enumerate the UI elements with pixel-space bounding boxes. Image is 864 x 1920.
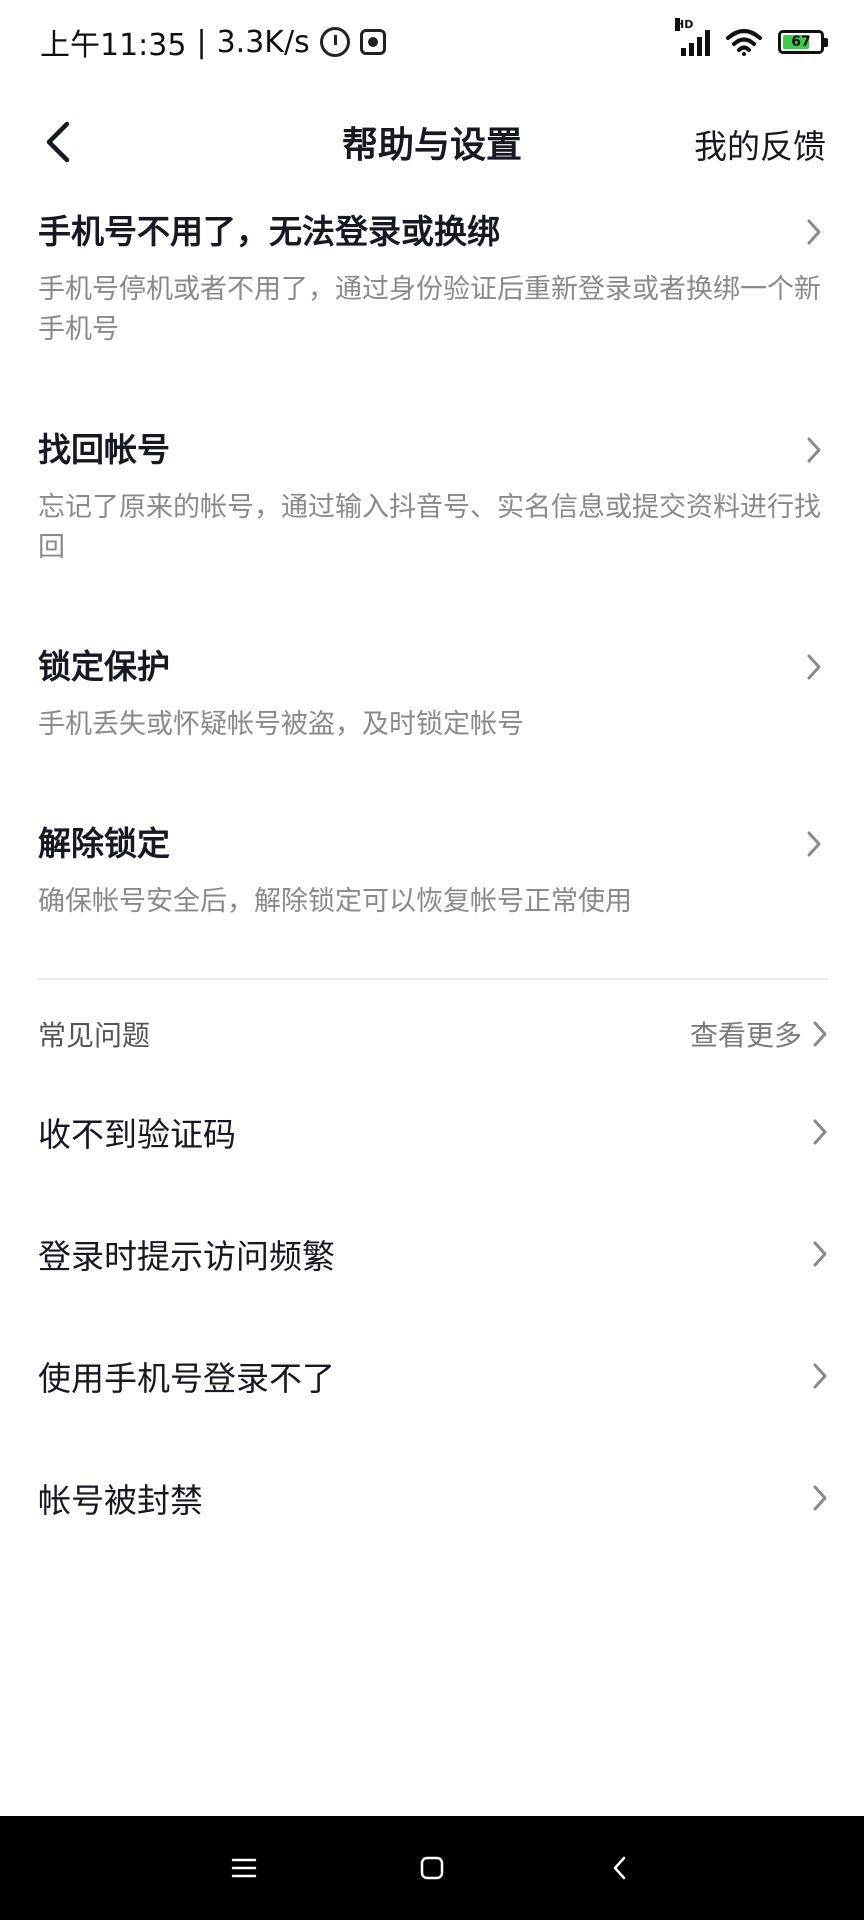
status-left: 上午11:35 | 3.3K/s bbox=[40, 20, 386, 64]
chevron-right-icon bbox=[813, 1241, 827, 1267]
page-title: 帮助与设置 bbox=[341, 125, 522, 166]
network-type-label: HD bbox=[675, 18, 694, 31]
back-arrow-icon bbox=[46, 121, 70, 163]
menu-icon bbox=[231, 1858, 257, 1878]
chevron-right-icon bbox=[800, 434, 828, 466]
chevron-right-icon bbox=[800, 651, 828, 683]
header: 帮助与设置 我的反馈 bbox=[0, 84, 864, 200]
option-recover-account[interactable]: 找回帐号 忘记了原来的帐号，通过输入抖音号、实名信息或提交资料进行找回 bbox=[38, 428, 828, 568]
status-time: 上午11:35 bbox=[40, 28, 187, 63]
option-desc: 手机丢失或怀疑帐号被盗，及时锁定帐号 bbox=[38, 709, 524, 740]
option-phone-unusable[interactable]: 手机号不用了，无法登录或换绑 手机号停机或者不用了，通过身份验证后重新登录或者换… bbox=[38, 210, 828, 350]
battery-level: 67 bbox=[791, 34, 811, 50]
faq-item[interactable]: 收不到验证码 bbox=[38, 1102, 828, 1162]
back-button[interactable] bbox=[36, 120, 80, 164]
system-nav-bar bbox=[0, 1816, 864, 1920]
faq-title: 常见问题 bbox=[38, 1019, 151, 1052]
faq-item[interactable]: 使用手机号登录不了 bbox=[38, 1346, 828, 1406]
my-feedback-link[interactable]: 我的反馈 bbox=[694, 120, 826, 168]
wifi-icon bbox=[726, 29, 762, 56]
back-triangle-icon bbox=[613, 1856, 626, 1880]
see-more-link[interactable]: 查看更多 bbox=[690, 1014, 828, 1054]
option-title: 手机号不用了，无法登录或换绑 bbox=[38, 212, 500, 251]
divider bbox=[38, 978, 828, 980]
battery-icon: 67 bbox=[778, 30, 828, 54]
faq-item-label: 登录时提示访问频繁 bbox=[38, 1237, 335, 1276]
chevron-right-icon bbox=[813, 1119, 827, 1145]
option-unlock[interactable]: 解除锁定 确保帐号安全后，解除锁定可以恢复帐号正常使用 bbox=[38, 822, 828, 922]
chevron-right-icon bbox=[813, 1021, 827, 1047]
screen: 上午11:35 | 3.3K/s HD 67 帮助与设置 我的反馈 手机号不用了… bbox=[0, 0, 864, 1920]
option-title: 解除锁定 bbox=[38, 824, 170, 863]
faq-header: 常见问题 查看更多 bbox=[38, 1012, 828, 1056]
screen-record-icon bbox=[359, 29, 386, 55]
faq-item-label: 使用手机号登录不了 bbox=[38, 1359, 335, 1398]
home-square-icon bbox=[420, 1856, 444, 1880]
chevron-right-icon bbox=[800, 828, 828, 860]
option-title: 找回帐号 bbox=[38, 430, 170, 469]
status-net-speed: 3.3K/s bbox=[216, 24, 310, 60]
faq-item-label: 收不到验证码 bbox=[38, 1115, 236, 1154]
option-title: 锁定保护 bbox=[38, 647, 170, 686]
alarm-icon bbox=[319, 27, 350, 57]
chevron-right-icon bbox=[813, 1363, 827, 1389]
status-bar: 上午11:35 | 3.3K/s HD 67 bbox=[0, 0, 864, 84]
recent-apps-button[interactable] bbox=[214, 1838, 274, 1898]
chevron-right-icon bbox=[800, 216, 828, 248]
system-back-button[interactable] bbox=[590, 1838, 650, 1898]
faq-item[interactable]: 登录时提示访问频繁 bbox=[38, 1224, 828, 1284]
see-more-label: 查看更多 bbox=[689, 1019, 802, 1052]
option-desc: 忘记了原来的帐号，通过输入抖音号、实名信息或提交资料进行找回 bbox=[38, 492, 821, 563]
faq-item[interactable]: 帐号被封禁 bbox=[38, 1468, 828, 1528]
status-separator: | bbox=[196, 24, 207, 60]
option-desc: 确保帐号安全后，解除锁定可以恢复帐号正常使用 bbox=[38, 886, 632, 917]
faq-item-label: 帐号被封禁 bbox=[38, 1481, 203, 1520]
cellular-signal-icon: HD bbox=[675, 18, 710, 56]
home-button[interactable] bbox=[402, 1838, 462, 1898]
status-right: HD 67 bbox=[675, 18, 828, 56]
option-lock-protection[interactable]: 锁定保护 手机丢失或怀疑帐号被盗，及时锁定帐号 bbox=[38, 645, 828, 745]
chevron-right-icon bbox=[813, 1485, 827, 1511]
option-desc: 手机号停机或者不用了，通过身份验证后重新登录或者换绑一个新手机号 bbox=[38, 274, 821, 345]
